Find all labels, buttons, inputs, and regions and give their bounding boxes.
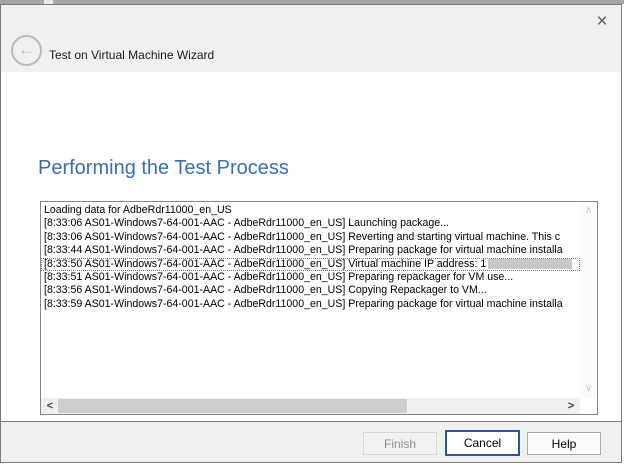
close-button[interactable]: × (589, 9, 615, 35)
scroll-down-icon[interactable]: ∨ (580, 382, 597, 396)
log-line-text: [8:33:44 AS01-Windows7-64-001-AAC - Adbe… (44, 244, 563, 257)
footer-bar: Finish Cancel Help (1, 421, 621, 462)
log-line[interactable]: [8:33:50 AS01-Windows7-64-001-AAC - Adbe… (41, 258, 580, 271)
scrollbar-thumb[interactable] (58, 399, 407, 413)
log-line-text: [8:33:51 AS01-Windows7-64-001-AAC - Adbe… (44, 271, 513, 284)
log-line[interactable]: Loading data for AdbeRdr11000_en_US (41, 204, 580, 217)
log-line-text: [8:33:06 AS01-Windows7-64-001-AAC - Adbe… (44, 217, 449, 230)
window-title: Test on Virtual Machine Wizard (49, 48, 214, 62)
close-icon: × (596, 11, 607, 32)
log-line-text: [8:33:50 AS01-Windows7-64-001-AAC - Adbe… (44, 258, 486, 271)
wizard-dialog: ← Test on Virtual Machine Wizard × Perfo… (0, 4, 622, 463)
finish-button[interactable]: Finish (363, 432, 437, 455)
log-line-text: [8:33:06 AS01-Windows7-64-001-AAC - Adbe… (44, 231, 560, 244)
horizontal-scrollbar[interactable]: < > (41, 398, 580, 414)
log-line-text: [8:33:59 AS01-Windows7-64-001-AAC - Adbe… (44, 298, 563, 311)
redacted-ip-box (488, 259, 572, 269)
vertical-scrollbar[interactable]: ∧ ∨ (580, 202, 597, 398)
content-panel: Performing the Test Process Loading data… (1, 72, 621, 421)
log-line[interactable]: [8:33:56 AS01-Windows7-64-001-AAC - Adbe… (41, 284, 580, 297)
help-button[interactable]: Help (527, 432, 601, 455)
back-arrow-icon: ← (18, 40, 35, 59)
scroll-right-icon[interactable]: > (563, 398, 579, 414)
back-button[interactable]: ← (11, 35, 42, 66)
scroll-left-icon[interactable]: < (42, 398, 58, 414)
log-line[interactable]: [8:33:44 AS01-Windows7-64-001-AAC - Adbe… (41, 244, 580, 257)
scroll-up-icon[interactable]: ∧ (580, 204, 597, 218)
log-listbox: Loading data for AdbeRdr11000_en_US[8:33… (40, 201, 598, 415)
cancel-button[interactable]: Cancel (445, 430, 520, 456)
page-title: Performing the Test Process (38, 157, 289, 180)
log-line[interactable]: [8:33:51 AS01-Windows7-64-001-AAC - Adbe… (41, 271, 580, 284)
log-list: Loading data for AdbeRdr11000_en_US[8:33… (41, 202, 580, 398)
log-line[interactable]: [8:33:06 AS01-Windows7-64-001-AAC - Adbe… (41, 231, 580, 244)
log-line-text: [8:33:56 AS01-Windows7-64-001-AAC - Adbe… (44, 284, 487, 297)
log-line[interactable]: [8:33:59 AS01-Windows7-64-001-AAC - Adbe… (41, 298, 580, 311)
log-line-text: Loading data for AdbeRdr11000_en_US (44, 204, 232, 217)
log-line[interactable]: [8:33:06 AS01-Windows7-64-001-AAC - Adbe… (41, 217, 580, 230)
